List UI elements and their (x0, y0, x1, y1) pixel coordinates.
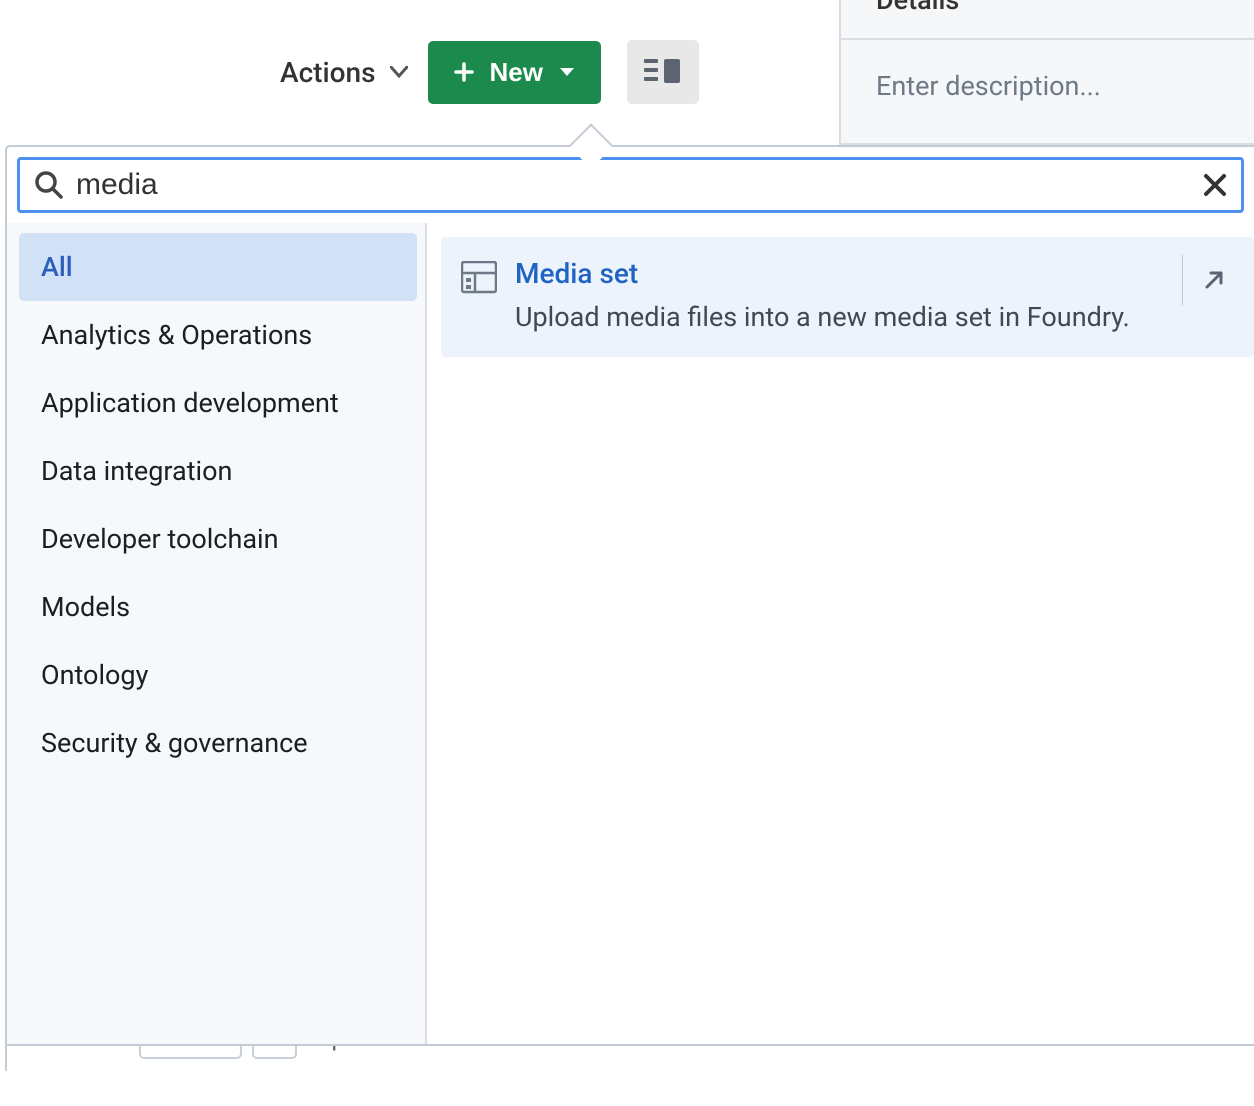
results-area: Media set Upload media files into a new … (427, 223, 1254, 1044)
actions-label: Actions (280, 56, 376, 89)
search-field-wrapper[interactable] (17, 157, 1244, 213)
search-icon (34, 170, 64, 200)
details-panel: Details Enter description... (839, 0, 1254, 145)
new-button-label: New (490, 57, 543, 88)
category-item[interactable]: Security & governance (19, 709, 417, 777)
details-title: Details (841, 0, 1254, 40)
category-list: AllAnalytics & OperationsApplication dev… (7, 223, 427, 1044)
result-content: Media set Upload media files into a new … (515, 257, 1234, 337)
search-input[interactable] (76, 168, 1191, 202)
category-item[interactable]: All (19, 233, 417, 301)
clear-icon[interactable] (1203, 173, 1227, 197)
result-description: Upload media files into a new media set … (515, 298, 1164, 337)
new-button[interactable]: New (428, 41, 601, 104)
category-item[interactable]: Developer toolchain (19, 505, 417, 573)
caret-down-icon (390, 66, 408, 78)
media-set-icon (461, 261, 497, 297)
list-detail-icon (644, 57, 682, 87)
category-item[interactable]: Data integration (19, 437, 417, 505)
caret-down-icon (559, 66, 575, 78)
arrow-up-right-icon (1202, 268, 1226, 292)
open-external-button[interactable] (1182, 255, 1226, 305)
description-placeholder[interactable]: Enter description... (841, 40, 1254, 132)
view-toggle-button[interactable] (627, 40, 699, 104)
category-item[interactable]: Analytics & Operations (19, 301, 417, 369)
category-item[interactable]: Application development (19, 369, 417, 437)
new-item-popover: AllAnalytics & OperationsApplication dev… (5, 145, 1254, 1046)
plus-icon (454, 62, 474, 82)
popover-body: AllAnalytics & OperationsApplication dev… (7, 223, 1254, 1044)
category-item[interactable]: Ontology (19, 641, 417, 709)
result-item-media-set[interactable]: Media set Upload media files into a new … (441, 237, 1254, 357)
category-item[interactable]: Models (19, 573, 417, 641)
result-title: Media set (515, 257, 1164, 290)
actions-dropdown[interactable]: Actions (280, 56, 408, 89)
